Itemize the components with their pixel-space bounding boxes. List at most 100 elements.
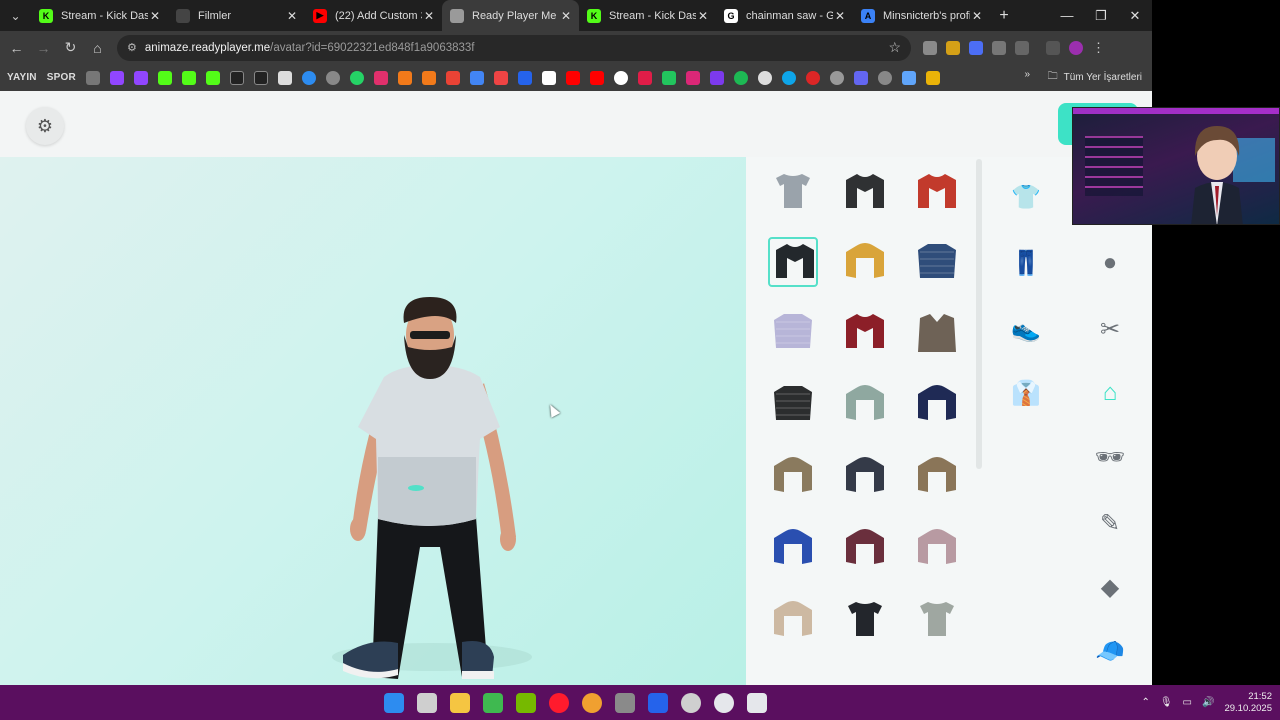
pants-icon[interactable]: 👖 [1006,243,1046,283]
browser-tab[interactable]: Filmler ✕ [168,0,305,31]
outfit-item-white-print-tshirt[interactable] [912,595,962,645]
outfit-item-grey-tshirt[interactable] [768,167,818,217]
obs-icon[interactable] [681,693,701,713]
taskview-icon[interactable] [417,693,437,713]
clock[interactable]: 21:52 29.10.2025 [1224,691,1272,715]
diamond-icon[interactable] [277,70,292,85]
browser-tab[interactable]: ▶ (22) Add Custom 3D✕ [305,0,442,31]
chrome-menu-icon[interactable]: ⋮ [1092,40,1105,56]
restore-button[interactable]: ❐ [1084,0,1118,31]
hb-s-icon[interactable] [421,70,436,85]
browser-tab[interactable]: Gchainman saw - Goo✕ [716,0,853,31]
close-tab-icon[interactable]: ✕ [285,9,299,23]
outfit-item-blue-graphic-hoodie[interactable] [768,523,818,573]
amazon-icon[interactable] [541,70,556,85]
blue-app-icon[interactable] [901,70,916,85]
site-info-icon[interactable]: ⚙ [127,41,137,54]
settings-button[interactable]: ⚙ [26,107,64,145]
close-tab-icon[interactable]: ✕ [148,9,162,23]
c-app-icon[interactable] [781,70,796,85]
kick-icon[interactable] [205,70,220,85]
mask-icon[interactable]: ◆ [1090,567,1130,607]
bookmark-star-icon[interactable]: ☆ [888,39,901,56]
back-button[interactable]: ← [3,40,30,56]
settings-icon[interactable] [747,693,767,713]
outfit-item-black-puffer[interactable] [768,379,818,429]
hair-scissors-icon[interactable]: ✂ [1090,309,1130,349]
browser-tab[interactable]: A Minsnicterb's profile✕ [853,0,990,31]
green-app-icon[interactable] [661,70,676,85]
head-icon[interactable]: ● [1090,243,1130,283]
close-window-button[interactable]: ✕ [1118,0,1152,31]
close-tab-icon[interactable]: ✕ [833,9,847,23]
kick-icon[interactable] [157,70,172,85]
address-bar[interactable]: ⚙ animaze.readyplayer.me/avatar?id=69022… [117,34,911,61]
h-app-icon[interactable] [805,70,820,85]
opera-icon[interactable] [549,693,569,713]
close-tab-icon[interactable]: ✕ [970,9,984,23]
face-icon[interactable] [925,70,940,85]
outfit-item-pink-grey-hoodie[interactable] [912,523,962,573]
whatsapp-icon[interactable] [349,70,364,85]
new-tab-button[interactable]: + [990,7,1018,25]
bolt-icon[interactable] [637,70,652,85]
gmail-icon[interactable] [445,70,460,85]
close-tab-icon[interactable]: ✕ [422,9,436,23]
xbox-icon[interactable] [483,693,503,713]
purple-app-icon[interactable] [853,70,868,85]
glasses-icon[interactable]: 🕶 [1090,437,1130,477]
brush-icon[interactable]: ✎ [1090,503,1130,543]
chrome-icon[interactable] [582,693,602,713]
apps-grid-icon[interactable] [85,70,100,85]
shoe-icon[interactable]: 👟 [1006,309,1046,349]
outfit-item-beige-hoodie[interactable] [768,595,818,645]
globe-2-icon[interactable] [877,70,892,85]
hanger-icon[interactable]: ⌂ [1090,373,1130,413]
chevron-up-icon[interactable]: ⌃ [1141,697,1149,708]
outfit-item-dark-hoodie[interactable] [840,451,890,501]
extension-shield-icon[interactable] [946,40,960,55]
microphone-icon[interactable]: 🎙 [1160,697,1173,708]
outfit-item-brown-trench[interactable] [912,307,962,357]
profile-avatar[interactable] [1069,40,1083,55]
bookmark-yayin[interactable]: YAYIN [7,72,37,83]
extensions-puzzle-icon[interactable] [1015,40,1029,55]
usb-icon[interactable] [615,693,635,713]
extension-filter-icon[interactable] [992,40,1006,55]
shield-icon[interactable] [648,693,668,713]
browser-tab[interactable]: K Stream - Kick Dashb✕ [31,0,168,31]
youtube-ik-icon[interactable] [589,70,604,85]
minimize-button[interactable]: — [1050,0,1084,31]
outfit-item-tan-sweater[interactable] [912,451,962,501]
steam-icon[interactable] [714,693,734,713]
instagram-icon[interactable] [373,70,388,85]
calendar-22-icon[interactable] [709,70,724,85]
twitch-icon[interactable] [133,70,148,85]
outfit-item-black-leather-jacket[interactable] [840,167,890,217]
outfit-item-red-jacket[interactable] [912,167,962,217]
spotify-icon[interactable] [733,70,748,85]
outfit-icon[interactable]: 👔 [1006,373,1046,413]
avatar-preview[interactable] [0,157,746,685]
globe-icon[interactable] [325,70,340,85]
bookmarks-more-button[interactable]: » [1024,69,1030,80]
display-icon[interactable]: ▭ [1183,697,1192,708]
outfit-grid-scrollbar[interactable] [976,159,982,469]
youtube-icon[interactable] [565,70,580,85]
openai-icon[interactable] [829,70,844,85]
tiktok-icon[interactable] [229,70,244,85]
translate-icon[interactable] [469,70,484,85]
cap-icon[interactable]: 🧢 [1090,631,1130,671]
outfit-item-navy-hoodie[interactable] [912,379,962,429]
bookmark-spor[interactable]: SPOR [47,72,76,83]
kick-icon[interactable] [181,70,196,85]
outfit-item-camo-hoodie[interactable] [768,451,818,501]
extension-blue-icon[interactable] [969,40,983,55]
close-tab-icon[interactable]: ✕ [559,9,573,23]
globe-ip-icon[interactable] [301,70,316,85]
close-tab-icon[interactable]: ✕ [696,9,710,23]
nvidia-icon[interactable] [516,693,536,713]
outfit-item-lilac-puffer[interactable] [768,307,818,357]
tiktok-icon[interactable] [253,70,268,85]
browser-tab[interactable]: K Stream - Kick Dashb✕ [579,0,716,31]
